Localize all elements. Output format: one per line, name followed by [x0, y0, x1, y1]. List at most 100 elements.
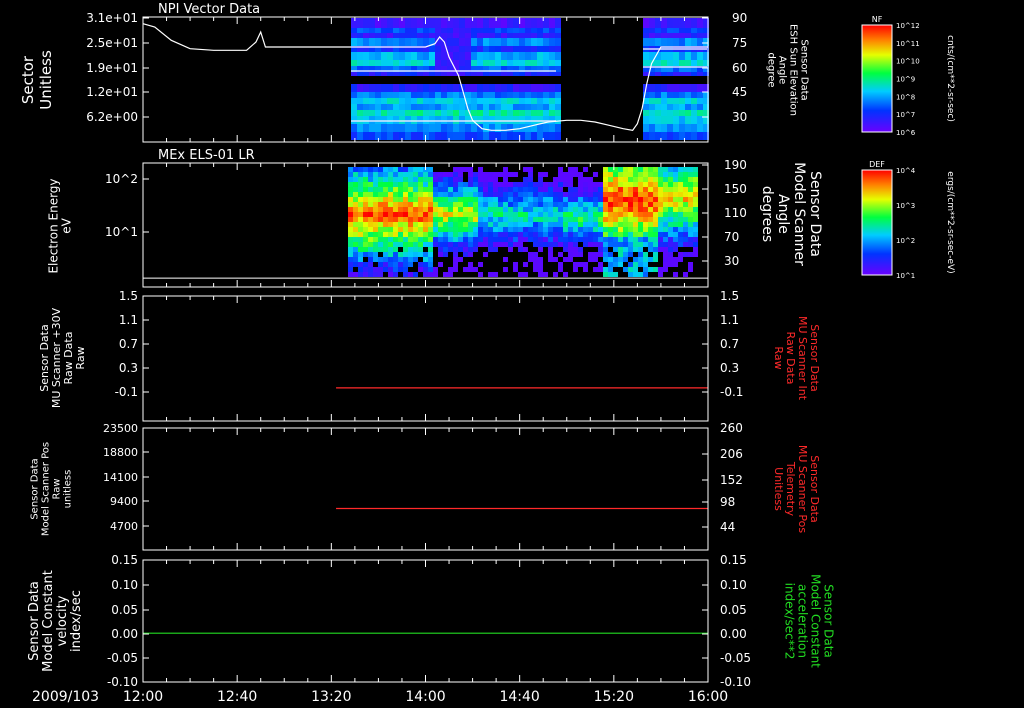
- spectrogram-cell: [413, 252, 418, 257]
- spectrogram-cell: [488, 247, 493, 252]
- spectrogram-cell: [549, 18, 555, 28]
- spectrogram-cell: [468, 167, 473, 172]
- spectrogram-cell: [369, 72, 375, 76]
- spectrogram-cell: [429, 104, 435, 110]
- spectrogram-cell: [537, 38, 543, 46]
- panel-frame: [142, 559, 709, 683]
- spectrogram-cell: [518, 247, 523, 252]
- spectrogram-cell: [503, 167, 508, 172]
- spectrogram-cell: [593, 207, 598, 212]
- spectrogram-cell: [679, 33, 685, 38]
- spectrogram-cell: [423, 217, 428, 222]
- spectrogram-cell: [468, 177, 473, 182]
- spectrogram-cell: [465, 46, 471, 52]
- spectrogram-cell: [411, 60, 417, 66]
- spectrogram-cell: [679, 60, 685, 66]
- spectrogram-cell: [433, 172, 438, 177]
- spectrogram-cell: [501, 92, 507, 98]
- spectrogram-cell: [523, 262, 528, 267]
- spectrogram-cell: [583, 262, 588, 267]
- right-axis-label: Sensor Data: [799, 39, 810, 100]
- spectrogram-cell: [618, 242, 623, 247]
- spectrogram-cell: [488, 177, 493, 182]
- spectrogram-cell: [428, 187, 433, 192]
- spectrogram-cell: [458, 227, 463, 232]
- spectrogram-cell: [498, 212, 503, 217]
- spectrogram-cell: [638, 247, 643, 252]
- spectrogram-cell: [413, 177, 418, 182]
- spectrogram-cell: [685, 84, 691, 92]
- spectrogram-cell: [448, 212, 453, 217]
- spectrogram-cell: [608, 177, 613, 182]
- spectrogram-cell: [683, 207, 688, 212]
- spectrogram-cell: [661, 33, 667, 38]
- spectrogram-cell: [628, 202, 633, 207]
- spectrogram-cell: [393, 167, 398, 172]
- spectrogram-cell: [588, 227, 593, 232]
- spectrogram-cell: [685, 28, 691, 33]
- spectrogram-cell: [381, 60, 387, 66]
- spectrogram-cell: [453, 217, 458, 222]
- spectrogram-cell: [528, 167, 533, 172]
- spectrogram-cell: [653, 242, 658, 247]
- spectrogram-cell: [513, 92, 519, 98]
- spectrogram-cell: [418, 262, 423, 267]
- spectrogram-cell: [691, 132, 697, 140]
- spectrogram-cell: [538, 247, 543, 252]
- spectrogram-cell: [583, 222, 588, 227]
- spectrogram-cell: [513, 182, 518, 187]
- spectrogram-cell: [478, 167, 483, 172]
- spectrogram-cell: [608, 272, 613, 277]
- spectrogram-cell: [623, 187, 628, 192]
- spectrogram-cell: [489, 110, 495, 116]
- spectrogram-cell: [423, 267, 428, 272]
- spectrogram-cell: [525, 52, 531, 60]
- spectrogram-cell: [678, 202, 683, 207]
- spectrogram-cell: [543, 237, 548, 242]
- spectrogram-cell: [673, 202, 678, 207]
- spectrogram-cell: [363, 267, 368, 272]
- spectrogram-cell: [649, 28, 655, 33]
- spectrogram-cell: [583, 212, 588, 217]
- spectrogram-cell: [513, 84, 519, 92]
- spectrogram-cell: [453, 247, 458, 252]
- spectrogram-cell: [399, 52, 405, 60]
- spectrogram-cell: [393, 33, 399, 38]
- spectrogram-cell: [618, 212, 623, 217]
- spectrogram-cell: [423, 33, 429, 38]
- spectrogram-cell: [643, 167, 648, 172]
- spectrogram-cell: [388, 217, 393, 222]
- spectrogram-cell: [658, 187, 663, 192]
- spectrogram-cell: [528, 237, 533, 242]
- spectrogram-cell: [358, 272, 363, 277]
- spectrogram-cell: [548, 197, 553, 202]
- time-tick-label: 13:20: [311, 689, 351, 705]
- spectrogram-cell: [435, 132, 441, 140]
- spectrogram-cell: [633, 262, 638, 267]
- spectrogram-cell: [673, 132, 679, 140]
- spectrogram-cell: [453, 98, 459, 104]
- spectrogram-cell: [459, 33, 465, 38]
- spectrogram-cell: [483, 52, 489, 60]
- spectrogram-cell: [683, 177, 688, 182]
- spectrogram-cell: [697, 110, 703, 116]
- spectrogram-cell: [685, 60, 691, 66]
- spectrogram-cell: [428, 197, 433, 202]
- spectrogram-cell: [633, 232, 638, 237]
- spectrogram-cell: [549, 52, 555, 60]
- spectrogram-cell: [623, 247, 628, 252]
- spectrogram-cell: [381, 104, 387, 110]
- spectrogram-cell: [578, 192, 583, 197]
- spectrogram-cell: [673, 207, 678, 212]
- right-axis-label: Sensor Data: [822, 584, 836, 658]
- spectrogram-cell: [668, 242, 673, 247]
- spectrogram-cell: [543, 60, 549, 66]
- spectrogram-cell: [403, 202, 408, 207]
- spectrogram-cell: [679, 110, 685, 116]
- spectrogram-cell: [477, 28, 483, 33]
- spectrogram-cell: [501, 132, 507, 140]
- spectrogram-cell: [473, 197, 478, 202]
- spectrogram-cell: [463, 167, 468, 172]
- spectrogram-cell: [518, 187, 523, 192]
- spectrogram-cell: [495, 84, 501, 92]
